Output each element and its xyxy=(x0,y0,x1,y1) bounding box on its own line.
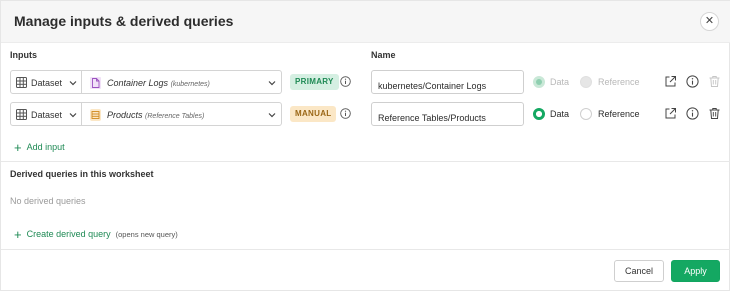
input-source-name: Container Logs xyxy=(107,78,169,88)
reference-radio[interactable] xyxy=(580,76,592,88)
trash-icon[interactable] xyxy=(708,107,721,120)
input-type-label: Dataset xyxy=(31,78,63,88)
input-row: Dataset Container Logs (kubernetes) PRIM… xyxy=(1,70,730,96)
dialog-header: Manage inputs & derived queries ✕ xyxy=(1,1,730,43)
input-type-label: Dataset xyxy=(31,110,63,120)
manual-badge: MANUAL xyxy=(290,106,337,122)
create-derived-query-button[interactable]: + Create derived query (opens new query) xyxy=(14,227,178,242)
input-type-select[interactable]: Dataset xyxy=(10,70,82,94)
data-radio[interactable] xyxy=(533,76,545,88)
reference-radio-label: Reference xyxy=(598,77,640,87)
cancel-button[interactable]: Cancel xyxy=(614,260,664,282)
add-input-label: Add input xyxy=(26,142,65,152)
reference-radio-label: Reference xyxy=(598,109,640,119)
chevron-down-icon xyxy=(69,81,77,86)
no-derived-queries-text: No derived queries xyxy=(10,196,86,206)
data-radio-label: Data xyxy=(550,77,570,87)
input-source-select[interactable]: Products (Reference Tables) xyxy=(82,102,282,126)
create-derived-query-label: Create derived query xyxy=(26,229,111,239)
trash-icon[interactable] xyxy=(708,75,721,88)
document-icon xyxy=(90,77,101,89)
primary-badge: PRIMARY xyxy=(290,74,339,90)
input-type-select[interactable]: Dataset xyxy=(10,102,82,126)
input-name-field[interactable] xyxy=(371,102,524,126)
info-icon[interactable] xyxy=(686,75,699,88)
create-derived-query-hint: (opens new query) xyxy=(115,230,178,239)
input-source-sub: (kubernetes) xyxy=(170,81,210,88)
chevron-down-icon xyxy=(268,113,276,118)
data-radio[interactable] xyxy=(533,108,545,120)
open-external-icon[interactable] xyxy=(664,107,677,120)
table-icon xyxy=(90,109,101,121)
input-name-field[interactable] xyxy=(371,70,524,94)
info-icon[interactable] xyxy=(340,76,351,87)
input-source-name: Products xyxy=(107,110,143,120)
close-icon: ✕ xyxy=(704,15,715,27)
name-column-label: Name xyxy=(371,50,396,60)
input-row: Dataset Products (Reference Tables) MANU… xyxy=(1,102,730,128)
open-external-icon[interactable] xyxy=(664,75,677,88)
add-input-button[interactable]: + Add input xyxy=(14,140,65,155)
derived-queries-heading: Derived queries in this worksheet xyxy=(10,169,154,179)
close-button[interactable]: ✕ xyxy=(700,12,719,31)
dialog-title: Manage inputs & derived queries xyxy=(14,13,234,29)
inputs-column-label: Inputs xyxy=(10,50,37,60)
info-icon[interactable] xyxy=(340,108,351,119)
footer-divider xyxy=(1,249,730,250)
chevron-down-icon xyxy=(268,81,276,86)
grid-icon xyxy=(16,77,27,88)
info-icon[interactable] xyxy=(686,107,699,120)
manage-inputs-dialog: Manage inputs & derived queries ✕ Inputs… xyxy=(0,0,730,291)
grid-icon xyxy=(16,109,27,120)
input-source-sub: (Reference Tables) xyxy=(145,113,205,120)
plus-icon: + xyxy=(14,227,22,242)
input-source-select[interactable]: Container Logs (kubernetes) xyxy=(82,70,282,94)
reference-radio[interactable] xyxy=(580,108,592,120)
plus-icon: + xyxy=(14,140,22,155)
apply-button[interactable]: Apply xyxy=(671,260,720,282)
data-radio-label: Data xyxy=(550,109,570,119)
chevron-down-icon xyxy=(69,113,77,118)
section-divider xyxy=(1,161,730,162)
